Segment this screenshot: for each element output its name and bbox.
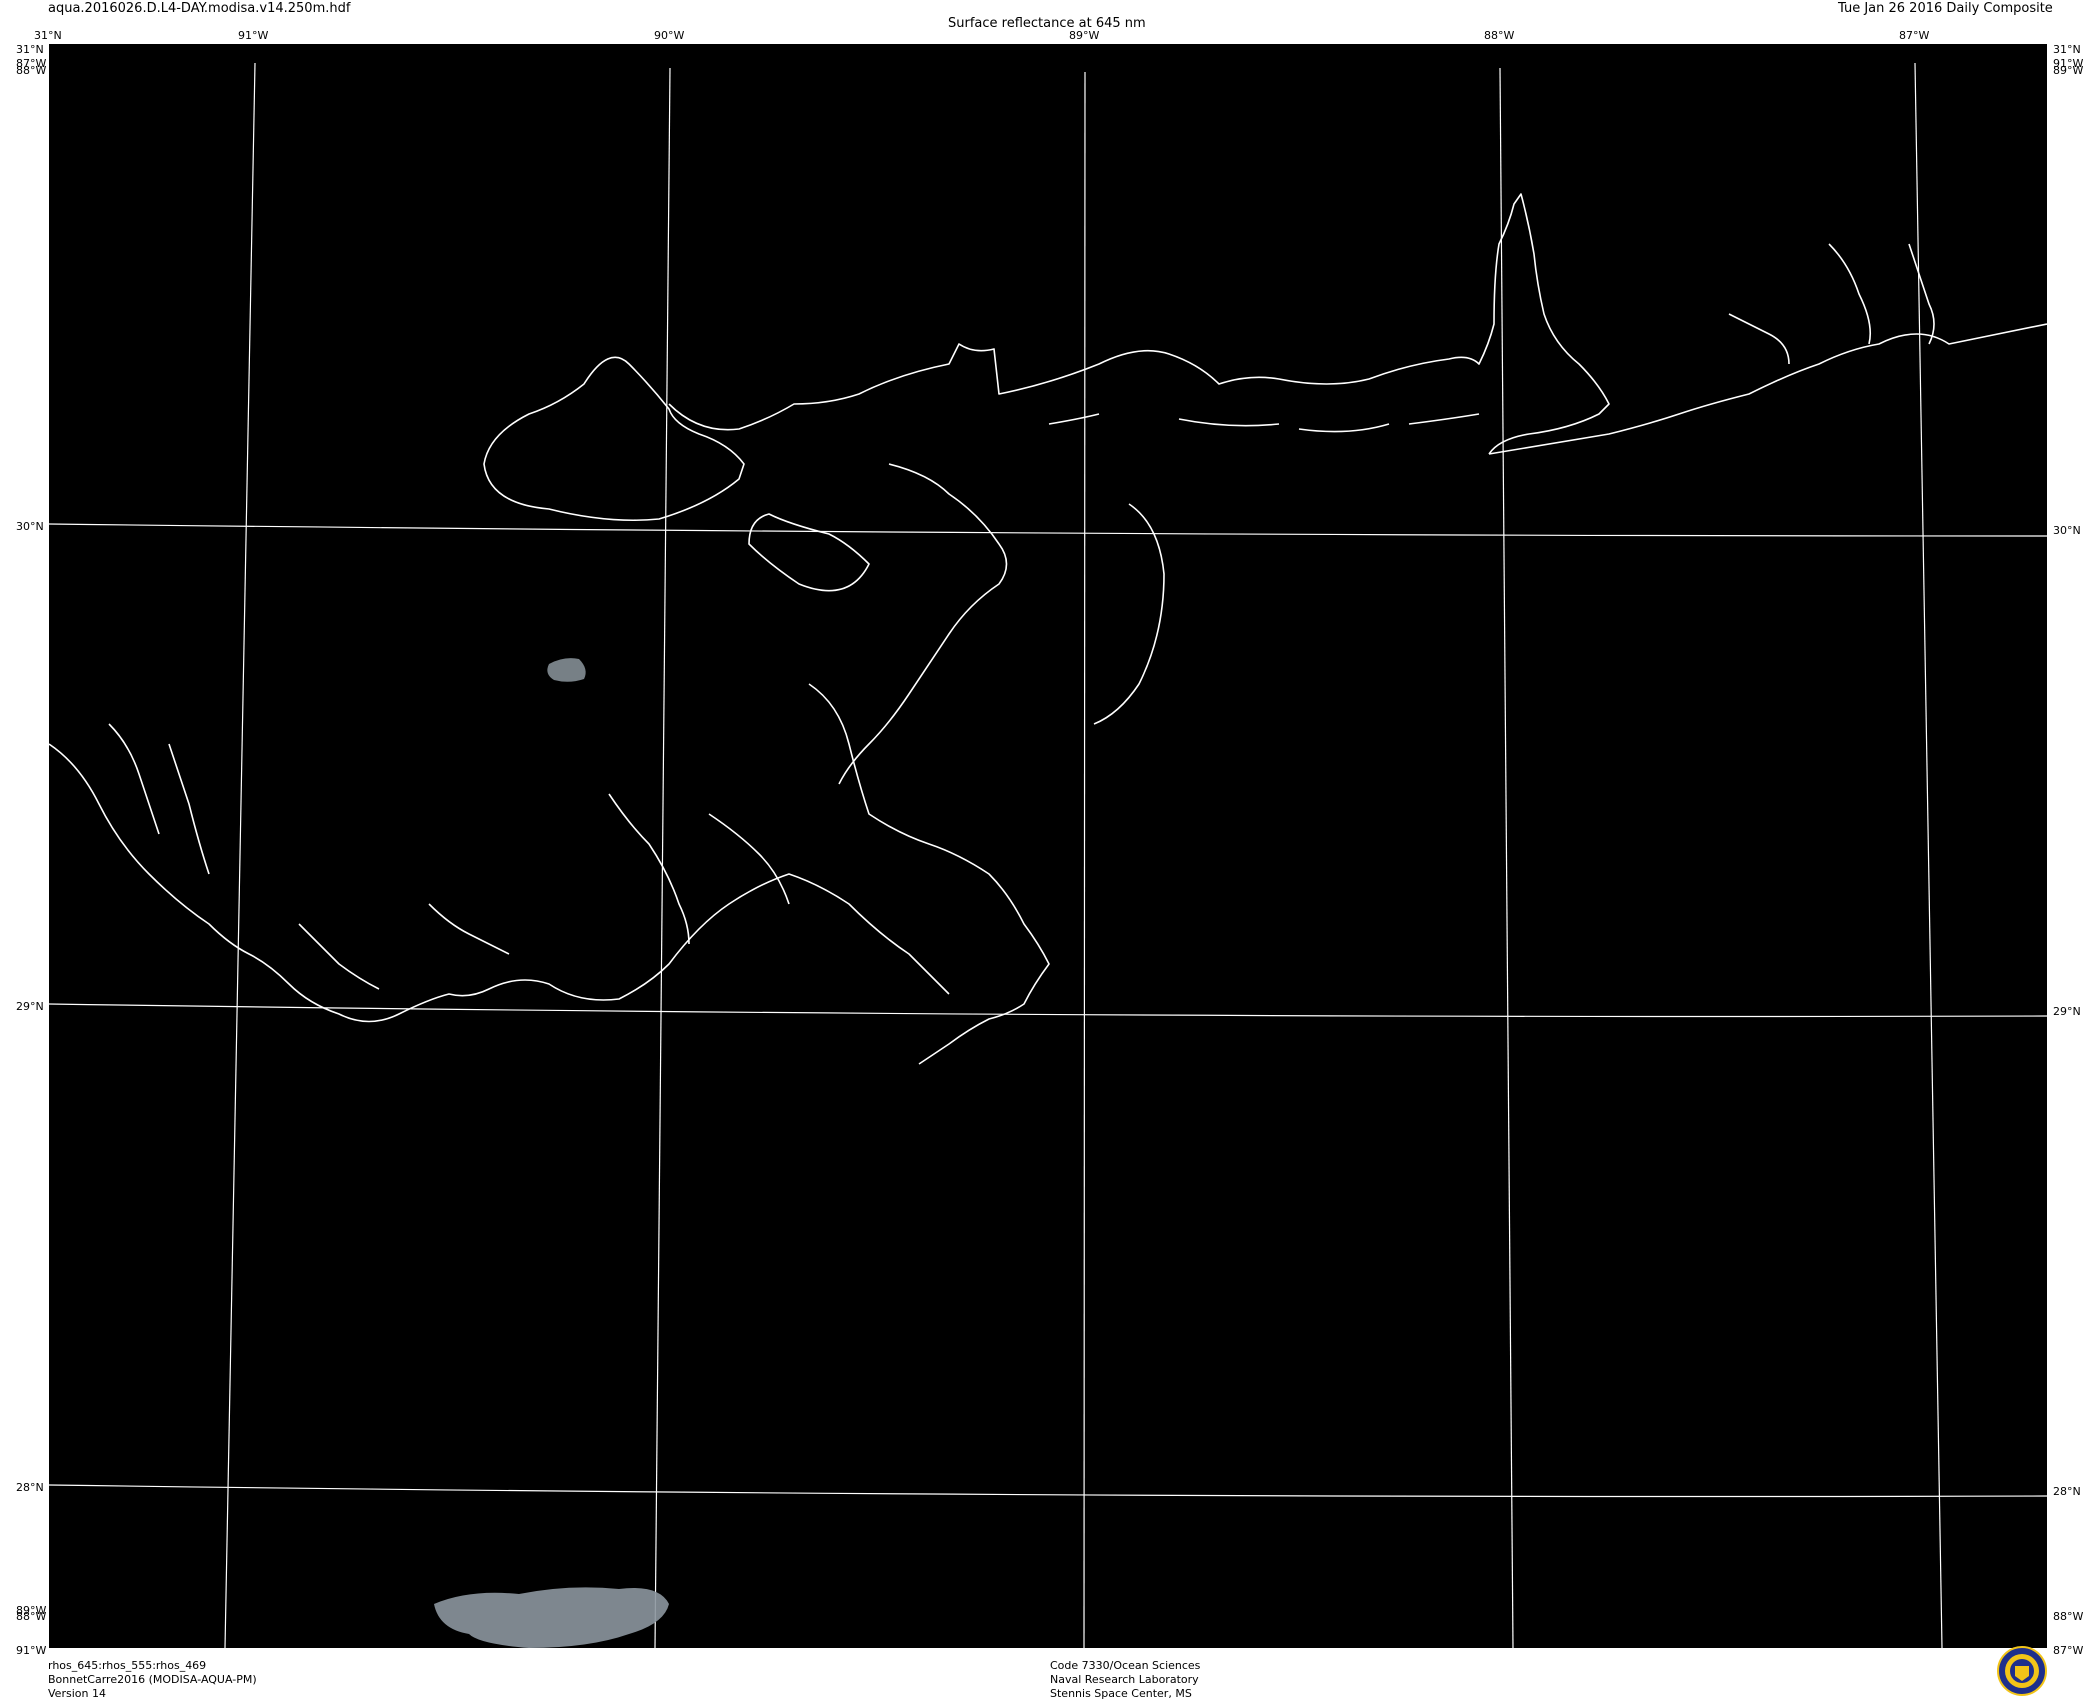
corner-label-bottom-left: 88°W: [16, 1610, 47, 1623]
lake-pontchartrain: [483, 356, 745, 522]
corner-label-top-left: 88°W: [16, 64, 47, 77]
barrier-island: [1178, 418, 1280, 427]
lake-borgne: [748, 513, 870, 592]
footer-bands: rhos_645:rhos_555:rhos_469: [48, 1659, 207, 1672]
marsh-west: [298, 923, 380, 990]
lon-label-top: 90°W: [654, 29, 685, 42]
marsh-delta: [808, 683, 1050, 1065]
marsh-central: [708, 813, 790, 905]
gulf-coast-louisiana: [49, 743, 950, 1023]
file-name: aqua.2016026.D.L4-DAY.modisa.v14.250m.hd…: [48, 1, 351, 16]
bay-inlet: [1908, 243, 1935, 345]
meridian-89w: [1083, 71, 1086, 1648]
footer-code: Code 7330/Ocean Sciences: [1050, 1659, 1201, 1672]
nrl-seal-icon: [1997, 1646, 2047, 1696]
cloud-patch: [434, 1587, 669, 1648]
lat-label-right: 28°N: [2053, 1485, 2081, 1498]
lat-label-left: 29°N: [16, 1000, 44, 1013]
cloud-cover: [434, 658, 669, 1648]
lat-label-left: 28°N: [16, 1481, 44, 1494]
chandeleur-islands: [1093, 503, 1165, 725]
marsh-west: [168, 743, 210, 875]
lon-label-top: 87°W: [1899, 29, 1930, 42]
parallel-28n: [49, 1484, 2047, 1498]
parallel-29n: [49, 1003, 2047, 1018]
cloud-patch: [547, 658, 586, 682]
lat-label-right: 30°N: [2053, 524, 2081, 537]
barrier-island: [1298, 423, 1390, 433]
lon-label-top: 91°W: [238, 29, 269, 42]
map-title: Surface reflectance at 645 nm: [948, 16, 1146, 31]
lon-label-top: 89°W: [1069, 29, 1100, 42]
corner-label-top-right: 31°N: [2053, 43, 2081, 56]
lon-label-top: 88°W: [1484, 29, 1515, 42]
marsh-central: [608, 793, 690, 945]
marsh-central: [428, 903, 510, 955]
footer-location: Stennis Space Center, MS: [1050, 1687, 1192, 1700]
corner-label-top-right: 89°W: [2053, 64, 2084, 77]
marsh-east: [838, 463, 1008, 785]
meridian-88w: [1499, 67, 1514, 1648]
graticule: [49, 62, 2047, 1648]
footer-lab: Naval Research Laboratory: [1050, 1673, 1199, 1686]
barrier-island: [1408, 413, 1480, 425]
bay-inlet: [1728, 313, 1790, 365]
corner-label-top-left: 31°N: [34, 29, 62, 42]
coastline: [49, 193, 2047, 1065]
footer-version: Version 14: [48, 1687, 106, 1700]
corner-label-bottom-left: 91°W: [16, 1644, 47, 1657]
meridian-91w: [224, 62, 256, 1648]
marsh-west: [108, 723, 160, 835]
corner-label-top-left: 31°N: [16, 43, 44, 56]
florida-panhandle: [1488, 323, 2047, 455]
lat-label-left: 30°N: [16, 520, 44, 533]
barrier-island: [1048, 413, 1100, 425]
map-canvas: [49, 62, 2047, 1648]
corner-label-bottom-right: 87°W: [2053, 1644, 2084, 1657]
corner-label-bottom-right: 88°W: [2053, 1610, 2084, 1623]
composite-date: Tue Jan 26 2016 Daily Composite: [1838, 1, 2053, 16]
reflectance-map: [49, 44, 2047, 1648]
footer-product: BonnetCarre2016 (MODISA-AQUA-PM): [48, 1673, 257, 1686]
lat-label-right: 29°N: [2053, 1005, 2081, 1018]
parallel-30n: [49, 523, 2047, 537]
bay-inlet: [1828, 243, 1872, 345]
